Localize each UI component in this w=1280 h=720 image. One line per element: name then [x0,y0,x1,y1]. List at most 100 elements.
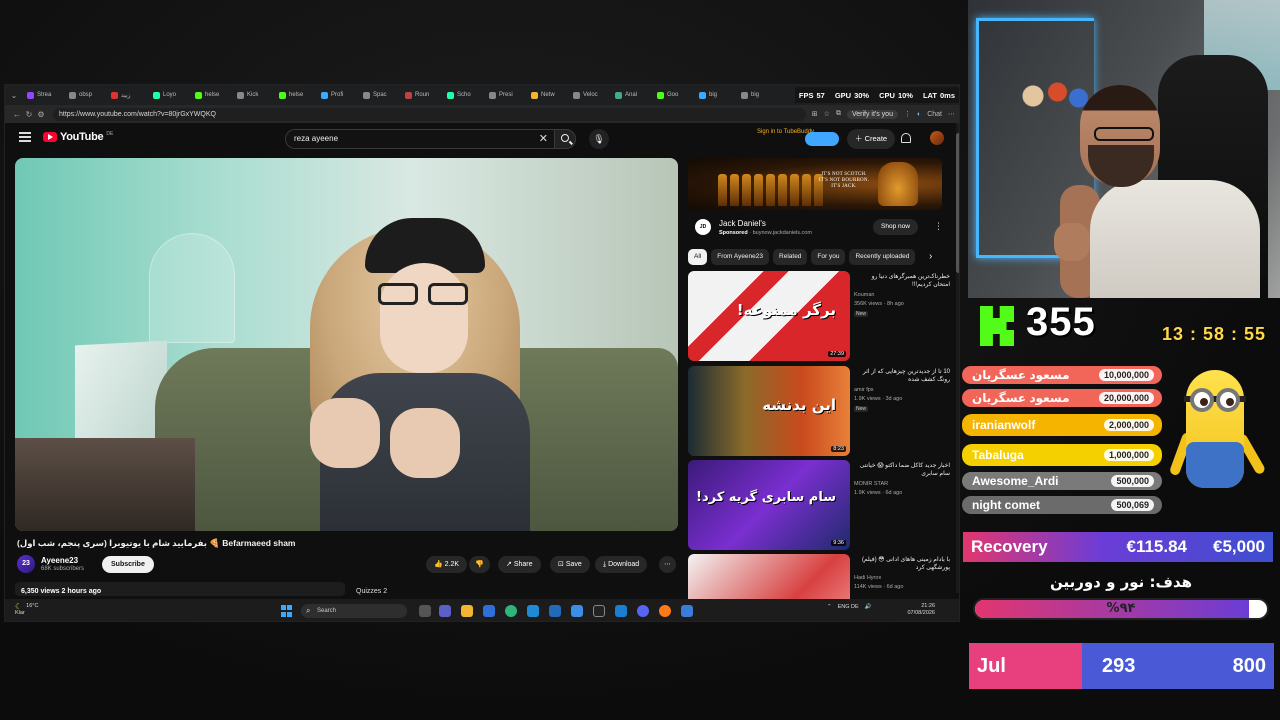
video-thumbnail[interactable]: برگر ممنوعه! 27:39 [688,271,850,361]
browser-tab[interactable]: Netw [527,86,568,104]
reload-icon[interactable]: ↻ [23,110,35,119]
subscribe-button[interactable]: Subscribe [102,556,154,573]
site-info-icon[interactable]: ⚙ [35,110,47,119]
advertiser-name[interactable]: Jack Daniel's [719,219,766,228]
weather-widget[interactable]: ☾ 16°C Klar [15,603,38,617]
browser-tab[interactable]: Profi [317,86,358,104]
teams-icon[interactable] [439,605,451,617]
firefox-icon[interactable] [659,605,671,617]
chip-all[interactable]: All [688,249,708,265]
taskbar-search[interactable]: Search [301,604,407,618]
ad-options-icon[interactable]: ⋮ [934,221,943,232]
browser-tab[interactable]: helse [191,86,232,104]
share-button[interactable]: ↗ Share [498,556,541,573]
recommended-channel[interactable]: amir fps [854,387,874,393]
back-icon[interactable]: ← [11,110,23,119]
chip-for-you[interactable]: For you [811,249,846,265]
extensions-icon[interactable]: ⧉ [836,110,841,118]
chip-from-ayeene23[interactable]: From Ayeene23 [711,249,770,265]
search-input[interactable]: reza ayeene ✕ [285,129,554,149]
hamburger-menu-icon[interactable] [19,132,31,142]
edge-icon[interactable] [505,605,517,617]
create-button[interactable]: ＋ Create [847,129,896,149]
browser-tab[interactable]: Veloc [569,86,610,104]
more-actions-button[interactable]: ⋯ [659,556,676,573]
browser-tab[interactable]: Presi [485,86,526,104]
mail-icon[interactable] [549,605,561,617]
windows-start-icon[interactable] [281,605,293,617]
chevron-right-icon[interactable]: › [929,249,932,265]
thumbnail-text: برگر ممنوعه! [736,301,836,319]
recommended-title[interactable]: 10 تا از جدیدترین چیزهایی که از اثر رونگ… [854,368,950,384]
copilot-icon[interactable]: ◐ [917,111,921,118]
recommended-channel[interactable]: MONIR STAR [854,481,888,487]
translate-icon[interactable]: ⊞ [812,110,818,118]
browser-tab[interactable]: big [695,86,736,104]
dislike-button[interactable]: 👎 [469,556,490,573]
window-icon[interactable] [681,605,693,617]
recommended-title[interactable]: اخبار جدید کاکل ضما داکتو 😱 خیانتی سام س… [854,462,950,478]
app-icon[interactable] [571,605,583,617]
video-player[interactable] [15,158,678,531]
recommended-video[interactable]: این بدنشه 8:23 10 تا از جدیدترین چیزهایی ک… [688,366,953,458]
microphone-icon[interactable]: 🎙 [589,129,609,149]
save-button[interactable]: ⊡ Save [550,556,590,573]
chip-recently-uploaded[interactable]: Recently uploaded [849,249,916,265]
browser-tab[interactable]: helse [275,86,316,104]
verify-button[interactable]: Verify it's you [846,109,898,119]
browser-tab[interactable]: Goo [653,86,694,104]
file-explorer-icon[interactable] [461,605,473,617]
browser-tab[interactable]: big [737,86,778,104]
discord-icon[interactable] [637,605,649,617]
task-view-icon[interactable] [419,605,431,617]
recommended-video[interactable]: سام سابری گریه کرد! 9:36 اخبار جدید کاکل ض… [688,460,953,552]
recommended-video[interactable]: برگر ممنوعه! 27:39 خطرناک‌ترین همبرگرهای د… [688,271,953,363]
like-button[interactable]: 👍 2.2K [426,556,468,573]
browser-tab[interactable]: Strea [23,86,64,104]
shop-now-button[interactable]: Shop now [873,219,918,235]
recommended-title[interactable]: خطرناک‌ترین همبرگرهای دنیا رو امتحان کرد… [854,273,950,289]
recommended-channel[interactable]: Kouman [854,292,875,298]
page-scrollbar[interactable] [956,123,959,593]
recommended-channel[interactable]: Hadi Hyrox [854,575,881,581]
vscode-icon[interactable] [615,605,627,617]
language-indicator[interactable]: ENG DE [838,604,859,610]
scrollbar-thumb[interactable] [956,133,959,273]
browser-tab[interactable]: obsp [65,86,106,104]
browser-tab[interactable]: Kick [233,86,274,104]
terminal-icon[interactable] [593,605,605,617]
advertiser-logo[interactable]: JD [695,219,711,235]
chip-related[interactable]: Related [773,249,808,265]
more-icon[interactable]: ⋯ [948,110,955,118]
channel-avatar[interactable]: 23 [17,555,35,573]
video-thumbnail[interactable]: این بدنشه 8:23 [688,366,850,456]
browser-tab[interactable]: زبید [107,86,148,104]
settings-icon[interactable]: ⋮ [904,110,911,118]
browser-tab[interactable]: Scho [443,86,484,104]
clear-search-icon[interactable]: ✕ [539,130,548,148]
account-avatar[interactable] [930,131,944,145]
recommended-title[interactable]: با بادام زمینی هاهای ادانی 😳 (فیلم) پورش… [854,556,950,572]
tab-list-icon[interactable]: ⌄ [5,86,23,104]
bookmark-icon[interactable]: ☆ [824,110,830,118]
quizzes-section[interactable]: Quizzes 2 [356,588,387,595]
video-thumbnail[interactable]: سام سابری گریه کرد! 9:36 [688,460,850,550]
tubebuddy-icon[interactable] [805,132,839,146]
browser-tab[interactable]: Spac [359,86,400,104]
taskbar-clock[interactable]: 21:26 07/08/2026 [895,603,935,617]
browser-tab[interactable]: Roun [401,86,442,104]
youtube-logo[interactable]: YouTube DE [43,131,113,143]
notifications-bell-icon[interactable] [901,133,911,143]
download-button[interactable]: ⤓ Download [595,556,648,573]
search-button[interactable] [554,129,576,149]
browser-tab[interactable]: Loyo [149,86,190,104]
outlook-icon[interactable] [527,605,539,617]
volume-icon[interactable]: 🔊 [865,604,872,610]
store-icon[interactable] [483,605,495,617]
tray-expand-icon[interactable]: ⌃ [827,604,832,610]
chat-button[interactable]: Chat [927,111,942,118]
ad-banner[interactable]: IT'S NOT SCOTCH. IT'S NOT BOURBON. IT'S … [688,158,942,210]
channel-name[interactable]: Ayeene23 [41,556,78,565]
browser-tab[interactable]: Anal [611,86,652,104]
url-field[interactable]: https://www.youtube.com/watch?v=80jrGxYW… [53,107,806,121]
